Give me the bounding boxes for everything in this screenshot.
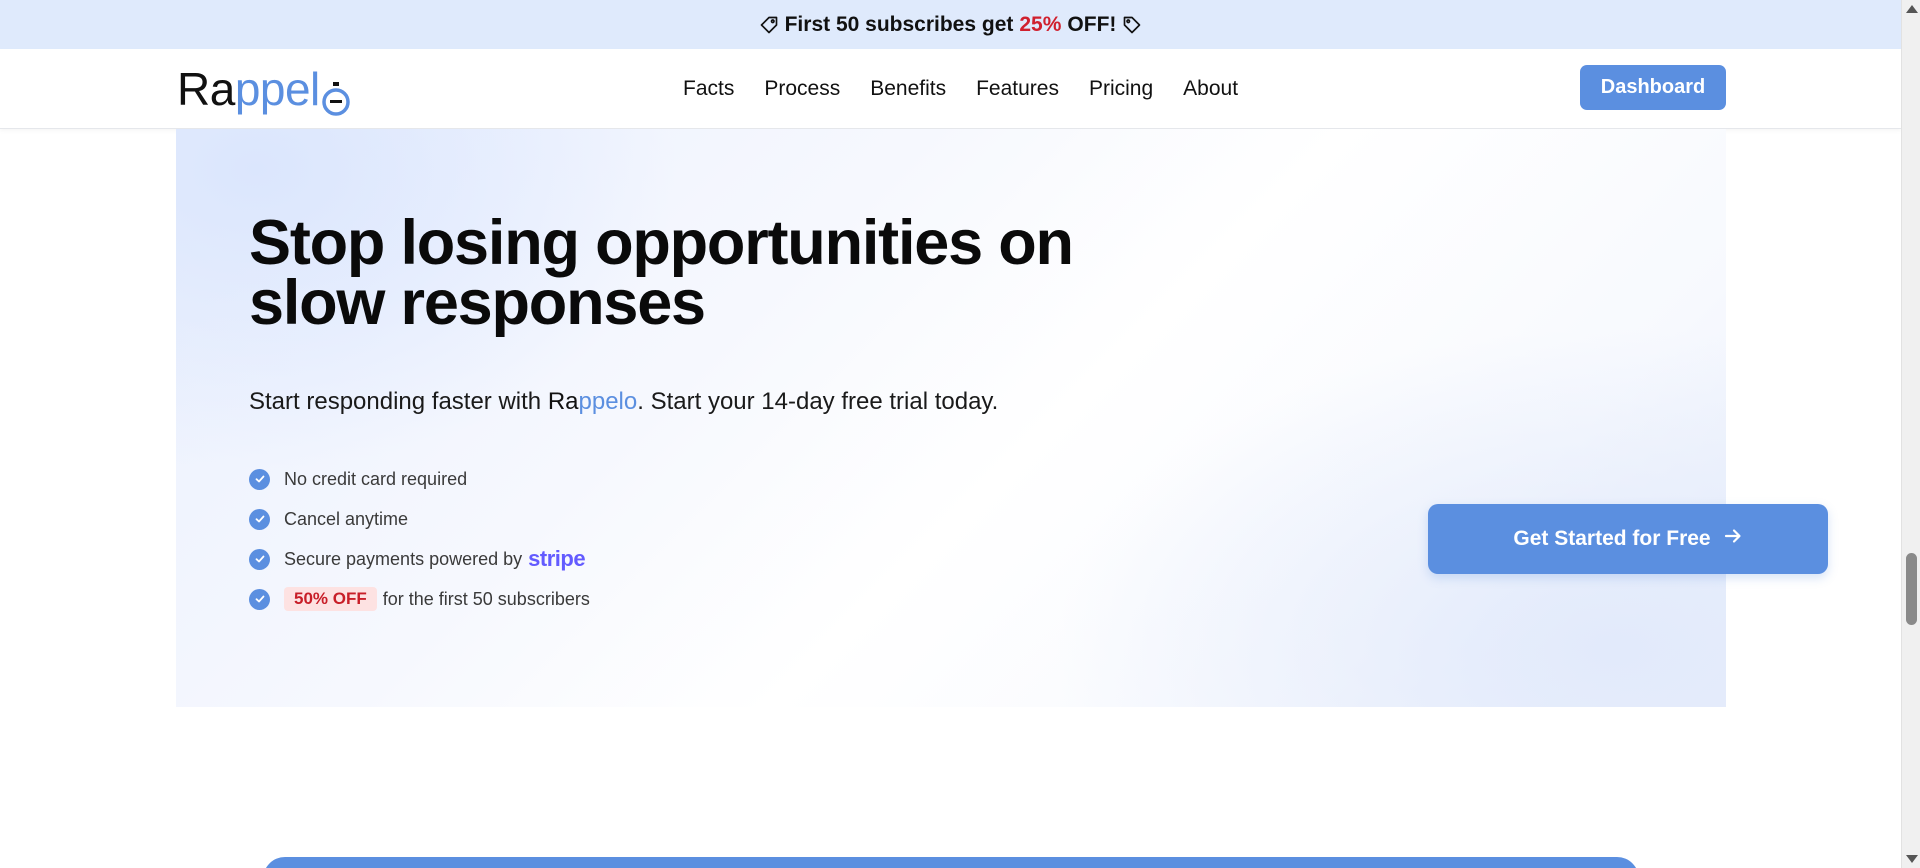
hero-sub-brand-dark: Ra [547,388,579,415]
tag-icon [1122,15,1142,35]
nav-features[interactable]: Features [976,77,1059,101]
hero-sub-prefix: Start responding faster with [249,388,548,415]
check-circle-icon [249,548,270,570]
check-text: No credit card required [284,468,468,489]
hero-section: Stop losing opportunities on slow respon… [176,129,1828,707]
logo[interactable]: Ra ppel [177,59,351,119]
scroll-down-icon[interactable] [1906,855,1918,863]
page-scrollbar[interactable] [1901,0,1920,868]
scrollbar-thumb[interactable] [1906,553,1917,625]
discount-badge: 50% OFF [284,587,377,611]
check-text: Secure payments powered by [284,548,523,569]
benefit-list: No credit card required Cancel anytime S… [249,459,590,619]
tag-icon [759,15,779,35]
list-item: Cancel anytime [249,499,590,539]
hero-sub-brand-blue: ppelo [578,388,638,415]
navbar: Ra ppel Facts Process Benefits Features … [0,49,1901,129]
cta-label: Get Started for Free [1513,527,1711,550]
arrow-right-icon [1723,526,1743,552]
clock-icon [321,75,351,116]
promo-percent: 25% [1019,12,1062,36]
nav-process[interactable]: Process [764,77,840,101]
check-text: Cancel anytime [284,508,409,529]
get-started-button[interactable]: Get Started for Free [1428,504,1828,574]
list-item: No credit card required [249,459,590,499]
check-circle-icon [249,588,270,610]
check-circle-icon [249,468,270,490]
hero-sub-suffix: . Start your 14-day free trial today. [637,388,999,415]
check-circle-icon [249,508,270,530]
promo-text: First 50 subscribes get [784,12,1014,36]
dashboard-button[interactable]: Dashboard [1580,65,1726,110]
list-item: 50% OFF for the first 50 subscribers [249,579,590,619]
next-section-banner [263,857,1639,868]
list-item: Secure payments powered by stripe [249,539,590,579]
main-nav: Facts Process Benefits Features Pricing … [683,49,1238,129]
scroll-up-icon[interactable] [1906,5,1918,13]
hero-subtitle: Start responding faster with Rappelo. St… [249,388,998,416]
promo-banner: First 50 subscribes get 25% OFF! [0,0,1901,49]
hero-title: Stop losing opportunities on slow respon… [249,208,1074,338]
nav-pricing[interactable]: Pricing [1089,77,1153,101]
nav-about[interactable]: About [1183,77,1238,101]
stripe-logo: stripe [528,546,586,571]
check-text: for the first 50 subscribers [382,588,590,609]
nav-benefits[interactable]: Benefits [870,77,946,101]
nav-facts[interactable]: Facts [683,77,734,101]
logo-text-blue: ppel [234,63,320,115]
logo-text-dark: Ra [177,63,235,115]
promo-off: OFF! [1067,12,1117,36]
